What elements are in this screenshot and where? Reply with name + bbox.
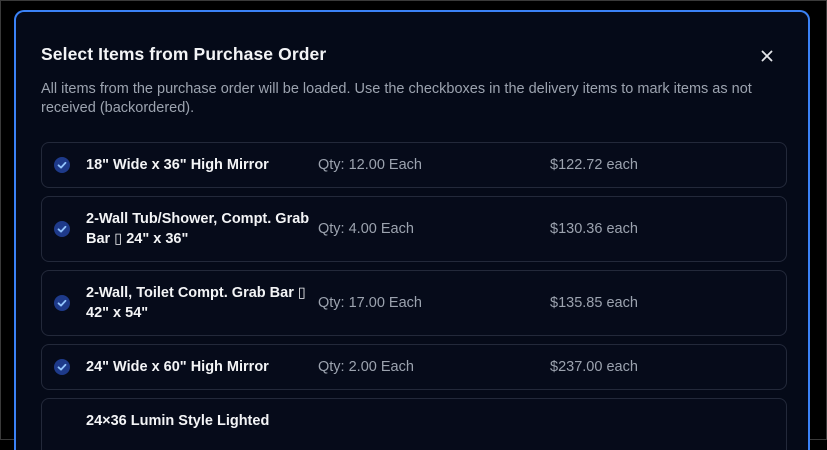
item-qty: Qty: 12.00 Each <box>318 157 422 173</box>
modal-description: All items from the purchase order will b… <box>41 81 752 116</box>
check-circle-icon[interactable] <box>54 295 70 311</box>
item-qty: Qty: 4.00 Each <box>318 221 414 237</box>
check-circle-icon[interactable] <box>54 221 70 237</box>
close-icon <box>761 50 773 62</box>
item-qty: Qty: 17.00 Each <box>318 295 422 311</box>
item-name-line1: 2-Wall Tub/Shower, Compt. Grab <box>86 211 310 227</box>
po-item-row[interactable]: 24×36 Lumin Style Lighted <box>41 398 787 450</box>
po-item-row[interactable]: 2-Wall Tub/Shower, Compt. Grab Bar ▯ 24"… <box>41 196 787 262</box>
item-name-line1: 18" Wide x 36" High Mirror <box>86 157 269 173</box>
item-name: 24" Wide x 60" High Mirror <box>86 357 311 377</box>
item-qty: Qty: 2.00 Each <box>318 359 414 375</box>
po-item-list: 18" Wide x 36" High Mirror Qty: 12.00 Ea… <box>41 142 787 450</box>
po-item-row[interactable]: 18" Wide x 36" High Mirror Qty: 12.00 Ea… <box>41 142 787 188</box>
check-circle-icon[interactable] <box>54 157 70 173</box>
item-price: $135.85 each <box>550 295 638 311</box>
item-price: $237.00 each <box>550 359 638 375</box>
item-name-line1: 24" Wide x 60" High Mirror <box>86 359 269 375</box>
po-item-row[interactable]: 2-Wall, Toilet Compt. Grab Bar ▯ 42" x 5… <box>41 270 787 336</box>
item-name: 2-Wall, Toilet Compt. Grab Bar ▯ 42" x 5… <box>86 283 311 323</box>
select-items-modal: Select Items from Purchase Order All ite… <box>14 10 810 450</box>
item-name-line2: 42" x 54" <box>86 305 149 321</box>
item-price: $130.36 each <box>550 221 638 237</box>
item-name: 24×36 Lumin Style Lighted <box>86 411 311 431</box>
check-circle-icon[interactable] <box>54 359 70 375</box>
po-item-row[interactable]: 24" Wide x 60" High Mirror Qty: 2.00 Eac… <box>41 344 787 390</box>
item-name: 18" Wide x 36" High Mirror <box>86 155 311 175</box>
item-price: $122.72 each <box>550 157 638 173</box>
modal-title: Select Items from Purchase Order <box>41 44 327 64</box>
close-button[interactable] <box>756 45 778 67</box>
item-name-line1: 2-Wall, Toilet Compt. Grab Bar ▯ <box>86 285 306 301</box>
item-name: 2-Wall Tub/Shower, Compt. Grab Bar ▯ 24"… <box>86 209 311 249</box>
item-name-line2: Bar ▯ 24" x 36" <box>86 231 189 247</box>
item-name-line1: 24×36 Lumin Style Lighted <box>86 413 270 429</box>
